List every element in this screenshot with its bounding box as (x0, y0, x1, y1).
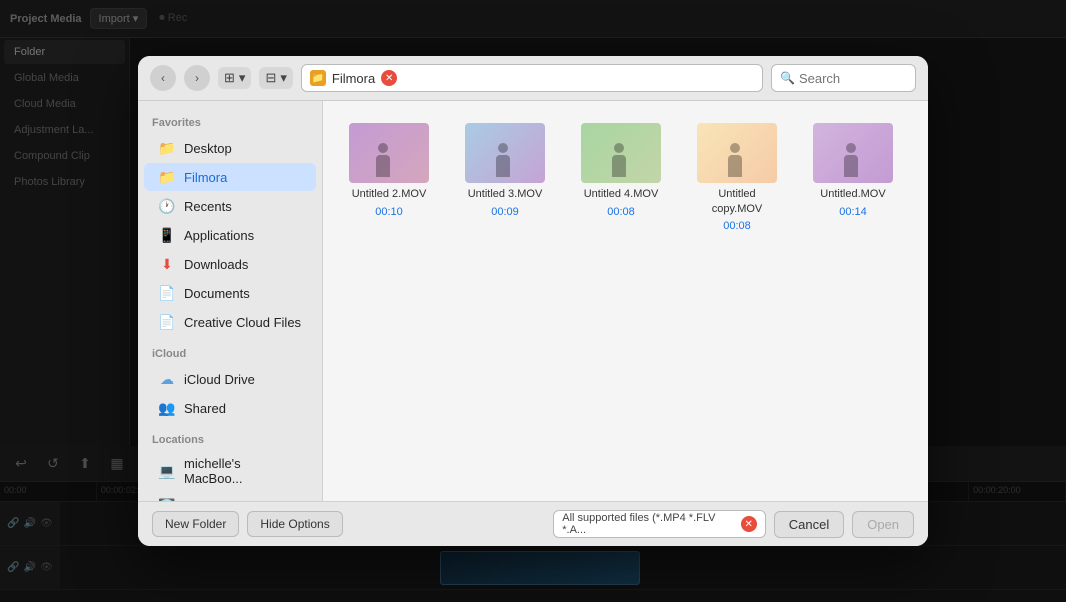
file-grid: Untitled 2.MOV 00:10 (339, 117, 912, 238)
grid-view-chevron: ▾ (280, 70, 287, 86)
sidebar-macbook-label: michelle's MacBoo... (184, 456, 302, 486)
downloads-icon: ⬇ (158, 255, 176, 273)
file-thumbnail-1 (349, 123, 429, 183)
sidebar-downloads-label: Downloads (184, 257, 248, 272)
file-type-selector[interactable]: All supported files (*.MP4 *.FLV *.A... … (553, 510, 766, 538)
sidebar-recents-label: Recents (184, 199, 232, 214)
location-text: Filmora (332, 71, 375, 86)
view-grid-toggle[interactable]: ⊟ ▾ (259, 67, 292, 89)
file-name-1: Untitled 2.MOV (352, 187, 427, 201)
cancel-button[interactable]: Cancel (774, 511, 844, 538)
icloud-drive-icon: ☁ (158, 370, 176, 388)
file-name-5: Untitled.MOV (820, 187, 885, 201)
sidebar-downloads[interactable]: ⬇ Downloads (144, 250, 316, 278)
shared-icon: 👥 (158, 399, 176, 417)
file-dialog: ‹ › ⊞ ▾ ⊟ ▾ 📁 Filmora ✕ 🔍 (138, 56, 928, 546)
dialog-toolbar: ‹ › ⊞ ▾ ⊟ ▾ 📁 Filmora ✕ 🔍 (138, 56, 928, 101)
sidebar-documents[interactable]: 📄 Documents (144, 279, 316, 307)
file-thumbnail-4 (697, 123, 777, 183)
file-duration-2: 00:09 (491, 206, 519, 218)
dialog-sidebar: Favorites 📁 Desktop 📁 Filmora 🕐 Recents … (138, 101, 323, 501)
file-item-2[interactable]: Untitled 3.MOV 00:09 (455, 117, 555, 238)
file-item-1[interactable]: Untitled 2.MOV 00:10 (339, 117, 439, 238)
sidebar-icloud-drive-label: iCloud Drive (184, 372, 255, 387)
file-type-clear-button[interactable]: ✕ (741, 516, 757, 532)
file-grid-area: Untitled 2.MOV 00:10 (323, 101, 928, 501)
favorites-label: Favorites (138, 113, 322, 133)
list-view-icon: ⊞ (224, 70, 235, 86)
sidebar-applications[interactable]: 📱 Applications (144, 221, 316, 249)
sidebar-icloud-drive[interactable]: ☁ iCloud Drive (144, 365, 316, 393)
sidebar-desktop[interactable]: 📁 Desktop (144, 134, 316, 162)
thumb-figure-2 (465, 123, 545, 183)
applications-icon: 📱 (158, 226, 176, 244)
documents-icon: 📄 (158, 284, 176, 302)
sidebar-filmora[interactable]: 📁 Filmora (144, 163, 316, 191)
file-item-4[interactable]: Untitled copy.MOV 00:08 (687, 117, 787, 238)
file-thumbnail-5 (813, 123, 893, 183)
sidebar-macintosh-hd[interactable]: 💽 Macintosh HD (144, 492, 316, 501)
file-duration-5: 00:14 (839, 206, 867, 218)
modal-overlay: ‹ › ⊞ ▾ ⊟ ▾ 📁 Filmora ✕ 🔍 (0, 0, 1066, 602)
forward-button[interactable]: › (184, 65, 210, 91)
sidebar-macbook[interactable]: 💻 michelle's MacBoo... (144, 451, 316, 491)
open-button[interactable]: Open (852, 511, 914, 538)
location-folder-icon: 📁 (310, 70, 326, 86)
macbook-icon: 💻 (158, 462, 176, 480)
search-input[interactable] (799, 71, 907, 86)
file-item-5[interactable]: Untitled.MOV 00:14 (803, 117, 903, 238)
sidebar-filmora-label: Filmora (184, 170, 227, 185)
file-thumbnail-3 (581, 123, 661, 183)
icloud-label: iCloud (138, 344, 322, 364)
recents-icon: 🕐 (158, 197, 176, 215)
thumb-figure-4 (697, 123, 777, 183)
grid-view-icon: ⊟ (265, 70, 276, 86)
location-clear-button[interactable]: ✕ (381, 70, 397, 86)
dialog-footer: New Folder Hide Options All supported fi… (138, 501, 928, 546)
file-name-4: Untitled copy.MOV (693, 187, 781, 216)
back-button[interactable]: ‹ (150, 65, 176, 91)
sidebar-recents[interactable]: 🕐 Recents (144, 192, 316, 220)
sidebar-creative-cloud[interactable]: 📄 Creative Cloud Files (144, 308, 316, 336)
locations-label: Locations (138, 430, 322, 450)
dialog-body: Favorites 📁 Desktop 📁 Filmora 🕐 Recents … (138, 101, 928, 501)
sidebar-desktop-label: Desktop (184, 141, 232, 156)
sidebar-shared-label: Shared (184, 401, 226, 416)
file-name-3: Untitled 4.MOV (584, 187, 659, 201)
file-type-label: All supported files (*.MP4 *.FLV *.A... (562, 512, 741, 536)
sidebar-creative-cloud-label: Creative Cloud Files (184, 315, 301, 330)
file-item-3[interactable]: Untitled 4.MOV 00:08 (571, 117, 671, 238)
sidebar-documents-label: Documents (184, 286, 250, 301)
thumb-figure-5 (813, 123, 893, 183)
filmora-folder-icon: 📁 (158, 168, 176, 186)
list-view-chevron: ▾ (239, 70, 246, 86)
file-duration-4: 00:08 (723, 220, 751, 232)
file-duration-3: 00:08 (607, 206, 635, 218)
file-duration-1: 00:10 (375, 206, 403, 218)
location-bar: 📁 Filmora ✕ (301, 64, 763, 92)
sidebar-shared[interactable]: 👥 Shared (144, 394, 316, 422)
view-list-toggle[interactable]: ⊞ ▾ (218, 67, 251, 89)
file-thumbnail-2 (465, 123, 545, 183)
desktop-folder-icon: 📁 (158, 139, 176, 157)
search-bar: 🔍 (771, 64, 916, 92)
new-folder-button[interactable]: New Folder (152, 511, 239, 537)
thumb-figure-1 (349, 123, 429, 183)
sidebar-applications-label: Applications (184, 228, 254, 243)
hide-options-button[interactable]: Hide Options (247, 511, 342, 537)
thumb-figure-3 (581, 123, 661, 183)
file-name-2: Untitled 3.MOV (468, 187, 543, 201)
search-icon: 🔍 (780, 71, 795, 85)
creative-cloud-icon: 📄 (158, 313, 176, 331)
